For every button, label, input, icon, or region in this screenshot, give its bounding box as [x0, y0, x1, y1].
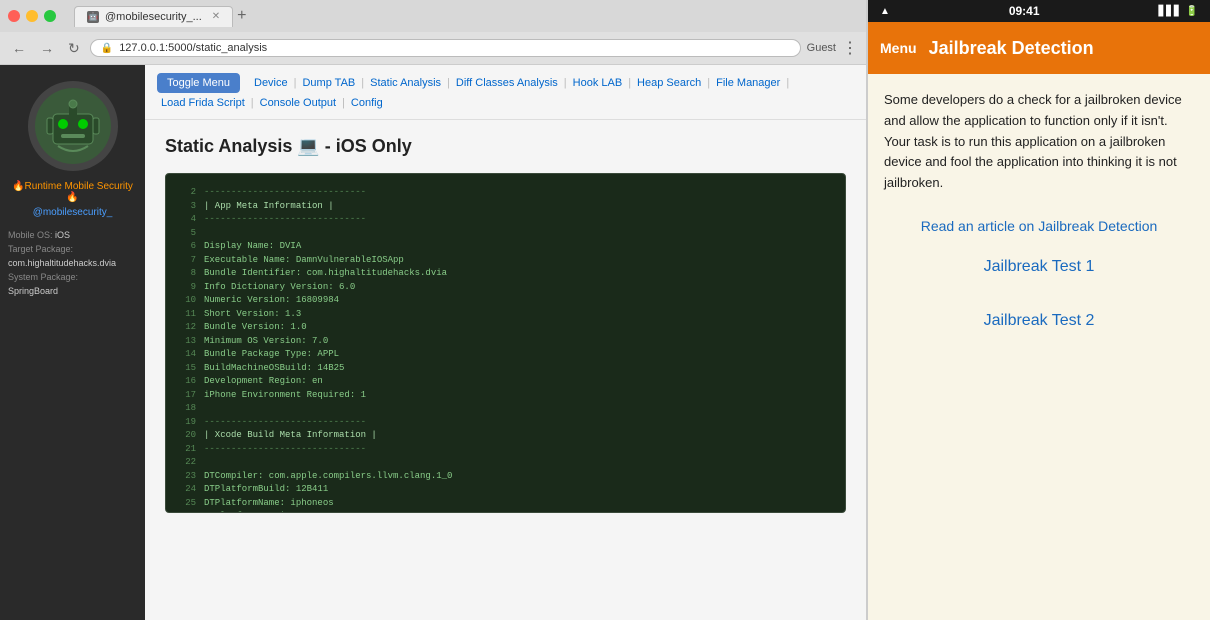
reload-button[interactable]: ↻ — [64, 38, 84, 59]
terminal-line: 15BuildMachineOSBuild: 14B25 — [178, 362, 833, 376]
system-package-value: SpringBoard — [8, 286, 58, 296]
address-bar[interactable]: 🔒 127.0.0.1:5000/static_analysis — [90, 39, 801, 57]
browser-panel: 🤖 @mobilesecurity_... ✕ + ← → ↻ 🔒 127.0.… — [0, 0, 866, 620]
mobile-page-title: Jailbreak Detection — [929, 38, 1094, 59]
terminal-line: 18 — [178, 402, 833, 416]
mobile-body: Some developers do a check for a jailbro… — [868, 74, 1210, 620]
nav-toolbar: Toggle Menu Device | Dump TAB | Static A… — [145, 65, 866, 120]
nav-device[interactable]: Device — [250, 75, 292, 91]
tab-favicon-icon: 🤖 — [87, 11, 99, 23]
terminal-output: 2------------------------------ 3| App M… — [165, 173, 846, 513]
terminal-line: 14Bundle Package Type: APPL — [178, 348, 833, 362]
page-content: Static Analysis 💻 - iOS Only 2----------… — [145, 120, 866, 620]
terminal-line: 3| App Meta Information | — [178, 200, 833, 214]
wifi-icon: ▲ — [880, 6, 890, 17]
target-package-value: com.highaltitudehacks.dvia — [8, 258, 116, 268]
nav-console-output[interactable]: Console Output — [256, 95, 340, 111]
browser-chrome: 🤖 @mobilesecurity_... ✕ + ← → ↻ 🔒 127.0.… — [0, 0, 866, 65]
target-package-label: Target Package: — [8, 244, 73, 254]
mobile-statusbar: ▲ 09:41 ▋▋▋ 🔋 — [868, 0, 1210, 22]
terminal-line: 23DTCompiler: com.apple.compilers.llvm.c… — [178, 470, 833, 484]
terminal-line: 22 — [178, 456, 833, 470]
signal-icon: ▋▋▋ — [1158, 6, 1181, 17]
system-package-label: System Package: — [8, 272, 78, 282]
robot-icon — [33, 86, 113, 166]
terminal-line: 13Minimum OS Version: 7.0 — [178, 335, 833, 349]
terminal-line: 11Short Version: 1.3 — [178, 308, 833, 322]
tab-bar: 🤖 @mobilesecurity_... ✕ + — [74, 6, 858, 27]
toggle-menu-button[interactable]: Toggle Menu — [157, 73, 240, 93]
lock-icon: 🔒 — [101, 43, 113, 54]
sidebar-target-package-value: com.highaltitudehacks.dvia — [8, 258, 137, 268]
terminal-line: 4------------------------------ — [178, 213, 833, 227]
terminal-line: 16Development Region: en — [178, 375, 833, 389]
terminal-line: 6Display Name: DVIA — [178, 240, 833, 254]
terminal-line: 10Numeric Version: 16809984 — [178, 294, 833, 308]
terminal-line: 5 — [178, 227, 833, 241]
sidebar-system-package-label: System Package: — [8, 272, 137, 282]
nav-diff-classes[interactable]: Diff Classes Analysis — [452, 75, 562, 91]
maximize-window-button[interactable] — [44, 10, 56, 22]
sidebar-info: Mobile OS: iOS Target Package: com.higha… — [8, 230, 137, 300]
sidebar: 🔥Runtime Mobile Security 🔥 @mobilesecuri… — [0, 65, 145, 620]
terminal-line: 19------------------------------ — [178, 416, 833, 430]
sidebar-tagline: 🔥Runtime Mobile Security 🔥 — [8, 181, 137, 203]
status-time: 09:41 — [1009, 4, 1040, 18]
back-button[interactable]: ← — [8, 38, 30, 58]
terminal-line: 26DTPlatformVersion: 8.1 — [178, 510, 833, 513]
sidebar-mobile-os: Mobile OS: iOS — [8, 230, 137, 240]
browser-addressbar: ← → ↻ 🔒 127.0.0.1:5000/static_analysis G… — [0, 32, 866, 64]
nav-config[interactable]: Config — [347, 95, 387, 111]
terminal-line: 12Bundle Version: 1.0 — [178, 321, 833, 335]
terminal-line: 21------------------------------ — [178, 443, 833, 457]
mobile-os-value: iOS — [55, 230, 70, 240]
nav-heap-search[interactable]: Heap Search — [633, 75, 705, 91]
terminal-line: 17iPhone Environment Required: 1 — [178, 389, 833, 403]
sidebar-username[interactable]: @mobilesecurity_ — [33, 207, 113, 218]
new-tab-icon[interactable]: + — [237, 7, 246, 25]
status-icons: ▋▋▋ 🔋 — [1158, 6, 1198, 17]
battery-icon: 🔋 — [1186, 6, 1198, 17]
tab-label: @mobilesecurity_... — [105, 11, 202, 23]
terminal-line: 24DTPlatformBuild: 12B411 — [178, 483, 833, 497]
main-content: Toggle Menu Device | Dump TAB | Static A… — [145, 65, 866, 620]
page-title: Static Analysis 💻 - iOS Only — [165, 136, 846, 157]
read-article-link[interactable]: Read an article on Jailbreak Detection — [884, 218, 1194, 234]
nav-load-frida-script[interactable]: Load Frida Script — [157, 95, 249, 111]
browser-menu-icon[interactable]: ⋮ — [842, 38, 858, 58]
terminal-line: 20| Xcode Build Meta Information | — [178, 429, 833, 443]
mobile-menu-button[interactable]: Menu — [880, 40, 917, 56]
sidebar-target-package-label: Target Package: — [8, 244, 137, 254]
terminal-line: 25DTPlatformName: iphoneos — [178, 497, 833, 511]
terminal-line: 7Executable Name: DamnVulnerableIOSApp — [178, 254, 833, 268]
nav-static-analysis[interactable]: Static Analysis — [366, 75, 445, 91]
mobile-os-label: Mobile OS: — [8, 230, 55, 240]
mobile-header: Menu Jailbreak Detection — [868, 22, 1210, 74]
nav-file-manager[interactable]: File Manager — [712, 75, 784, 91]
jailbreak-test-1-button[interactable]: Jailbreak Test 1 — [884, 258, 1194, 276]
browser-content: 🔥Runtime Mobile Security 🔥 @mobilesecuri… — [0, 65, 866, 620]
user-label: Guest — [807, 42, 836, 54]
mobile-panel: ▲ 09:41 ▋▋▋ 🔋 Menu Jailbreak Detection S… — [866, 0, 1210, 620]
avatar — [28, 81, 118, 171]
url-text: 127.0.0.1:5000/static_analysis — [119, 42, 267, 54]
sidebar-system-package-value: SpringBoard — [8, 286, 137, 296]
tab-close-icon[interactable]: ✕ — [212, 11, 220, 22]
close-window-button[interactable] — [8, 10, 20, 22]
browser-titlebar: 🤖 @mobilesecurity_... ✕ + — [0, 0, 866, 32]
browser-tab-active[interactable]: 🤖 @mobilesecurity_... ✕ — [74, 6, 233, 27]
terminal-line: 9Info Dictionary Version: 6.0 — [178, 281, 833, 295]
forward-button[interactable]: → — [36, 38, 58, 58]
terminal-line: 8Bundle Identifier: com.highaltitudehack… — [178, 267, 833, 281]
terminal-line: 2------------------------------ — [178, 186, 833, 200]
nav-dump-tab[interactable]: Dump TAB — [298, 75, 359, 91]
minimize-window-button[interactable] — [26, 10, 38, 22]
traffic-lights — [8, 10, 56, 22]
mobile-description: Some developers do a check for a jailbro… — [884, 90, 1194, 194]
jailbreak-test-2-button[interactable]: Jailbreak Test 2 — [884, 312, 1194, 330]
nav-hook-lab[interactable]: Hook LAB — [569, 75, 627, 91]
